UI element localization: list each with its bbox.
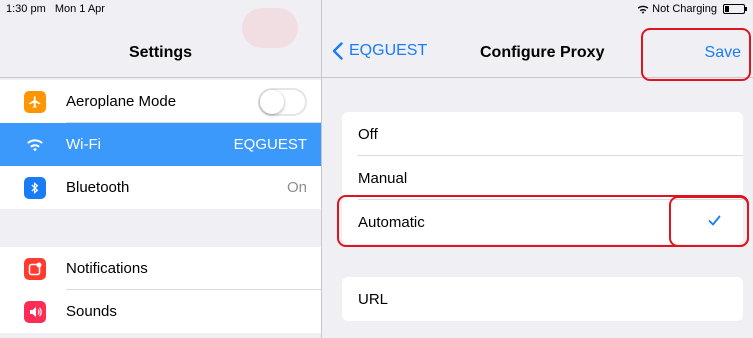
sidebar-item-label: Bluetooth: [66, 179, 130, 196]
save-button[interactable]: Save: [705, 44, 741, 62]
checkmark-icon: [708, 215, 721, 226]
url-row[interactable]: URL: [342, 277, 743, 321]
option-label: Manual: [358, 169, 408, 187]
configure-proxy-pane: Not Charging EQGUEST Configure Proxy Sav…: [322, 0, 753, 338]
bluetooth-status: On: [286, 179, 307, 196]
decorative-blur: [242, 8, 298, 48]
sidebar-item-label: Notifications: [66, 260, 148, 277]
settings-group-alerts: Notifications Sounds: [0, 247, 321, 333]
battery-icon: [723, 4, 747, 14]
proxy-url-field[interactable]: URL: [342, 277, 743, 321]
option-label: Off: [358, 125, 378, 143]
sidebar-item-sounds[interactable]: Sounds: [0, 290, 321, 333]
wifi-icon: [24, 134, 46, 156]
sidebar-item-notifications[interactable]: Notifications: [0, 247, 321, 290]
sidebar-title: Settings: [128, 44, 193, 61]
sidebar-item-aeroplane-mode[interactable]: Aeroplane Mode: [0, 80, 321, 123]
sidebar-item-label: Wi-Fi: [66, 136, 101, 153]
navigation-bar: EQGUEST Configure Proxy Save: [322, 28, 753, 78]
url-label: URL: [358, 290, 389, 308]
navbar-divider: [322, 77, 753, 78]
charging-status: Not Charging: [652, 3, 717, 15]
sidebar-item-label: Sounds: [66, 303, 117, 320]
status-time: 1:30 pm: [6, 3, 46, 15]
sounds-icon: [24, 300, 46, 323]
toggle-knob: [260, 90, 284, 114]
status-bar-left: 1:30 pm Mon 1 Apr: [6, 3, 105, 15]
back-button[interactable]: EQGUEST: [332, 42, 427, 60]
sidebar-header-divider: [0, 77, 321, 78]
chevron-left-icon: [332, 42, 343, 60]
proxy-option-manual[interactable]: Manual: [342, 156, 743, 200]
back-button-label: EQGUEST: [349, 42, 428, 59]
sidebar-item-wifi[interactable]: Wi-Fi EQGUEST: [0, 123, 321, 166]
option-label: Automatic: [358, 213, 425, 231]
notifications-icon: [24, 257, 46, 280]
proxy-option-automatic[interactable]: Automatic: [342, 200, 743, 244]
proxy-options-list: Off Manual Automatic: [342, 112, 743, 244]
page-title: Configure Proxy: [480, 44, 605, 61]
aeroplane-mode-toggle[interactable]: [258, 88, 307, 116]
sidebar-item-bluetooth[interactable]: Bluetooth On: [0, 166, 321, 209]
sidebar-item-label: Aeroplane Mode: [66, 93, 177, 110]
settings-group-connectivity: Aeroplane Mode Wi-Fi EQGUEST Bluetooth O…: [0, 80, 321, 209]
airplane-icon: [24, 90, 46, 113]
settings-sidebar: 1:30 pm Mon 1 Apr Settings Aeroplane Mod…: [0, 0, 322, 338]
bluetooth-icon: [24, 176, 46, 199]
proxy-option-off[interactable]: Off: [342, 112, 743, 156]
wifi-network-name: EQGUEST: [233, 136, 307, 153]
status-date: Mon 1 Apr: [54, 3, 105, 15]
status-bar-right: Not Charging: [637, 3, 747, 15]
wifi-status-icon: [637, 5, 649, 14]
